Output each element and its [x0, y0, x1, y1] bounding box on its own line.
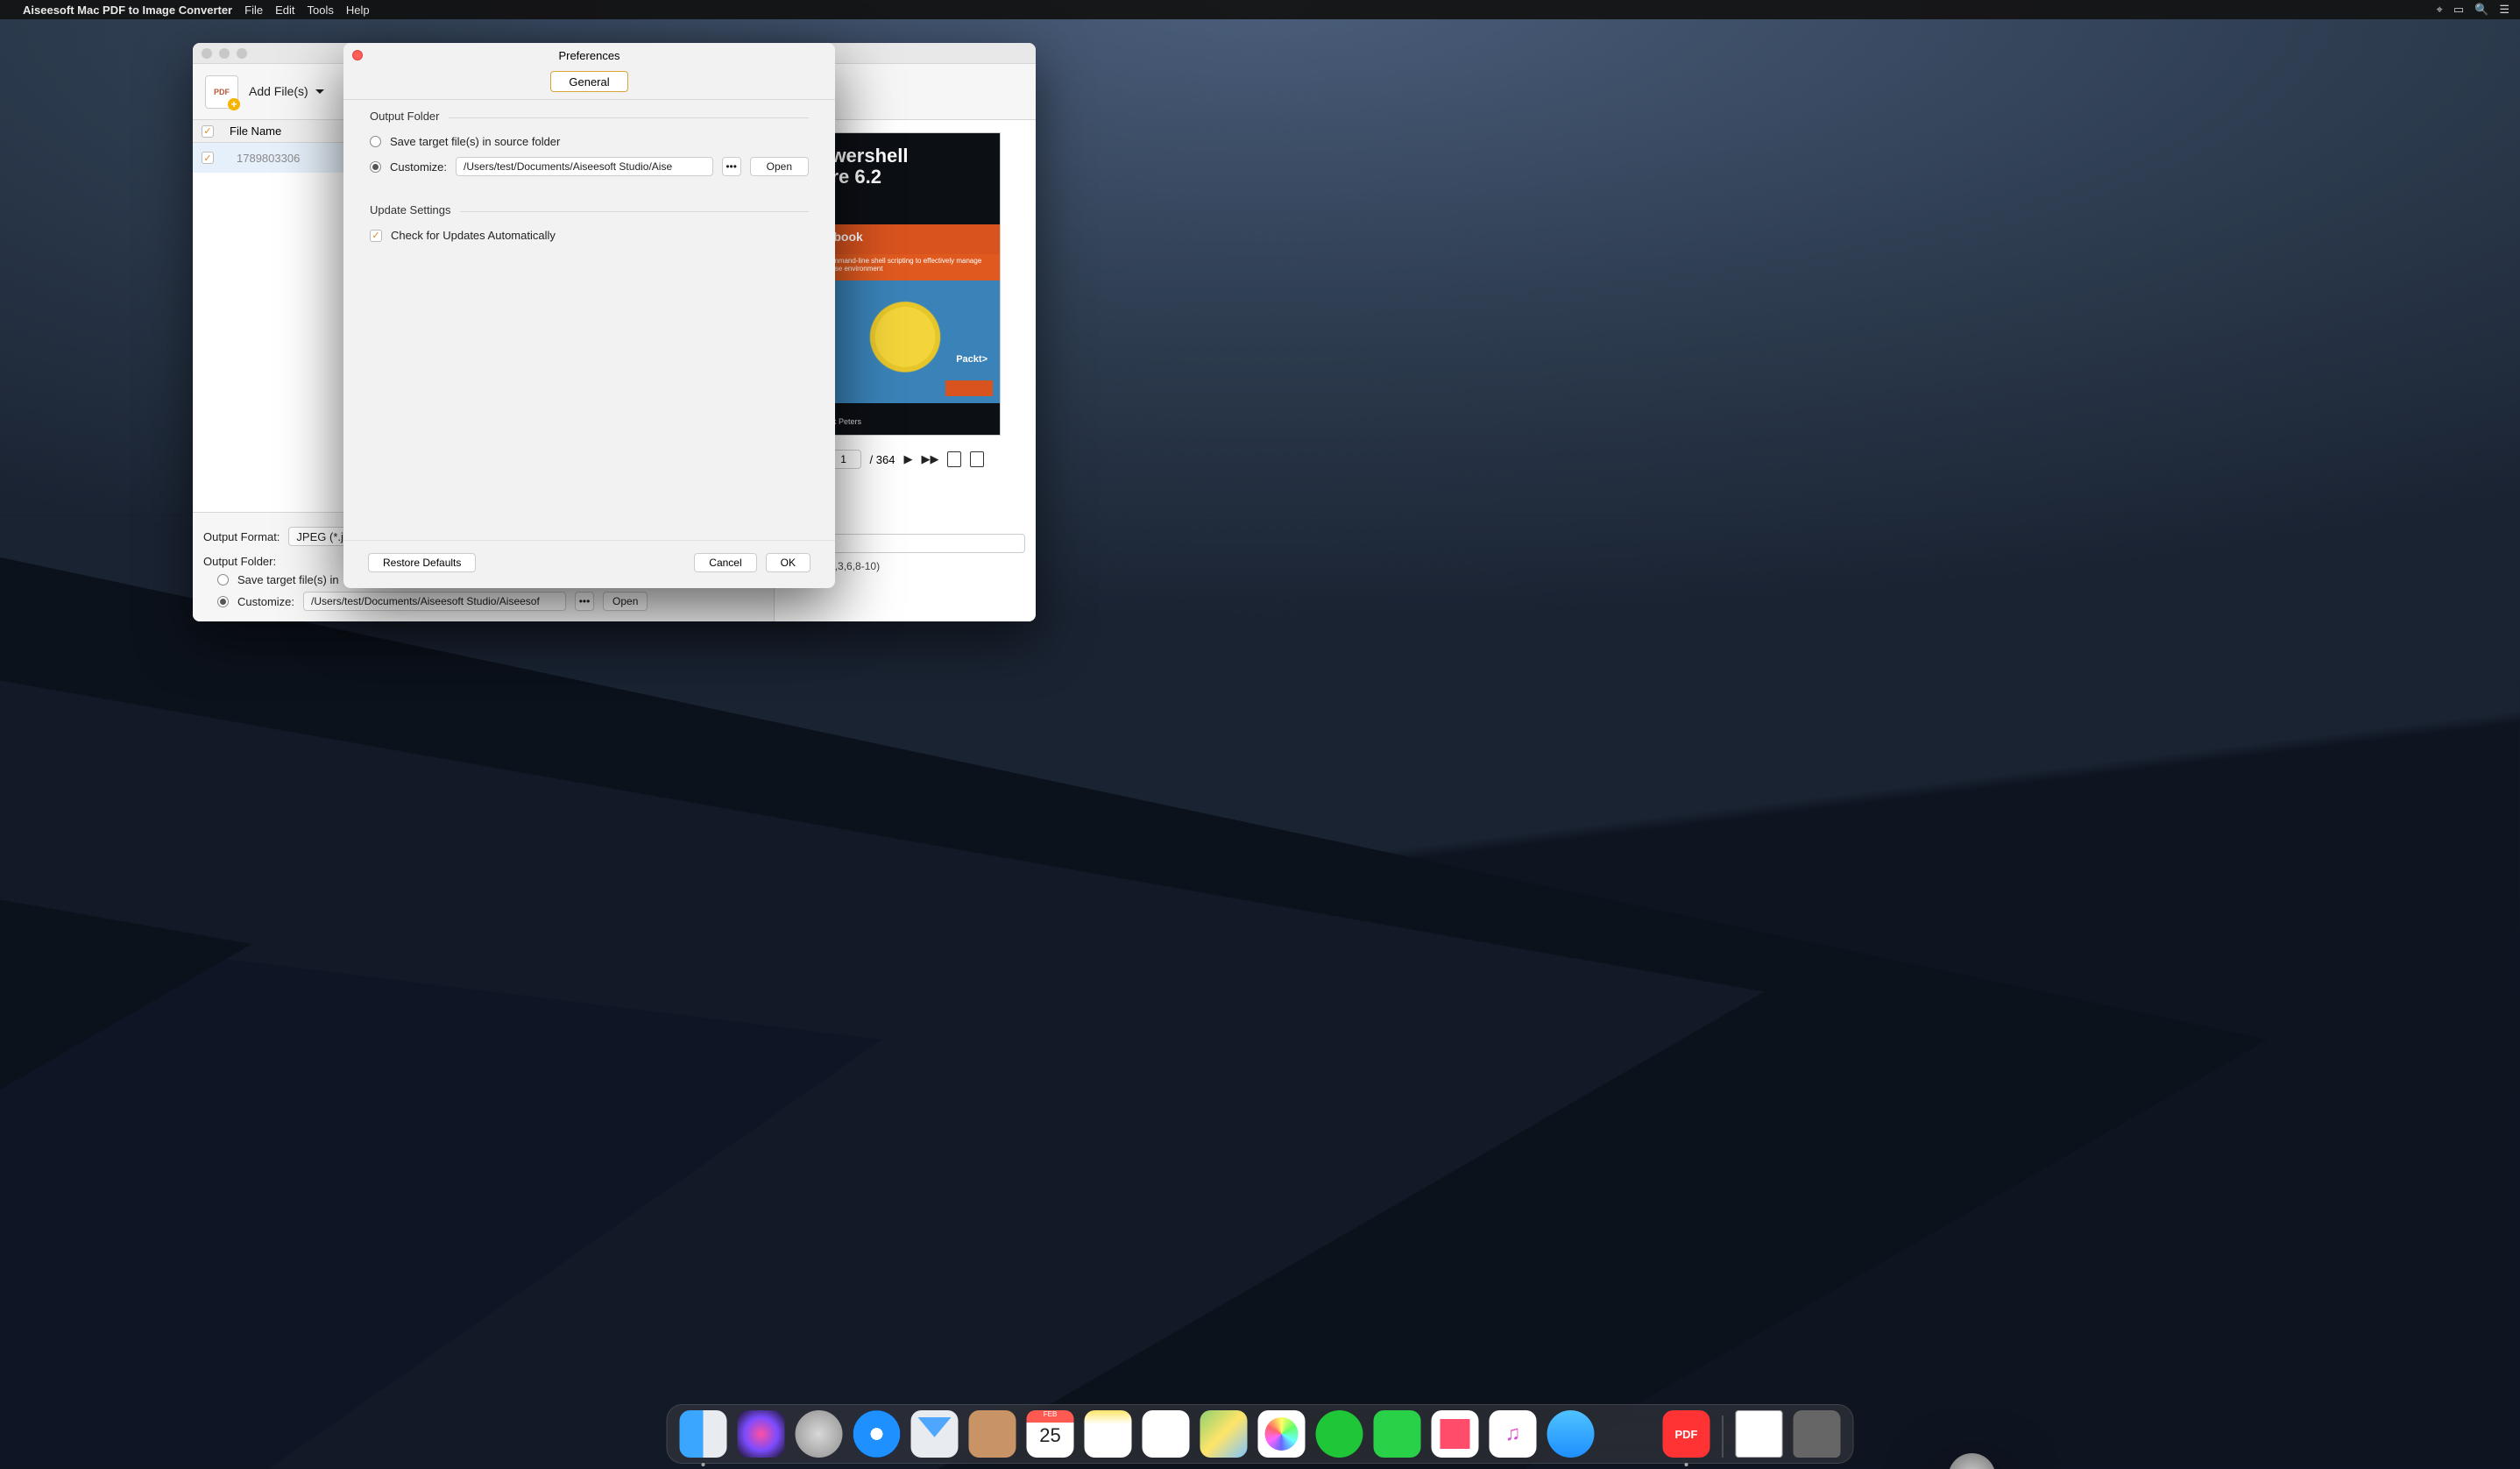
publisher-logo: Packt>	[956, 354, 987, 365]
output-format-dropdown[interactable]: JPEG (*.j	[288, 527, 350, 546]
check-updates-label: Check for Updates Automatically	[391, 229, 556, 242]
dock-finder[interactable]	[680, 1410, 727, 1458]
preferences-window: Preferences General Output Folder Save t…	[343, 43, 835, 588]
status-cursor-icon[interactable]: ⌖	[2437, 3, 2443, 17]
prefs-radio-source[interactable]	[370, 136, 381, 147]
column-file-name[interactable]: File Name	[230, 124, 281, 138]
dock-safari[interactable]	[853, 1410, 901, 1458]
status-airplay-icon[interactable]: ▭	[2453, 3, 2464, 17]
output-format-label: Output Format:	[203, 530, 280, 543]
dock-music[interactable]	[1490, 1410, 1537, 1458]
dock	[667, 1404, 1854, 1464]
dock-photos[interactable]	[1258, 1410, 1306, 1458]
cancel-button[interactable]: Cancel	[694, 553, 756, 572]
prefs-radio-customize[interactable]	[370, 161, 381, 173]
output-folder-label: Output Folder:	[203, 555, 276, 568]
dock-facetime[interactable]	[1374, 1410, 1421, 1458]
dock-trash[interactable]	[1794, 1410, 1841, 1458]
prefs-browse-button[interactable]: •••	[722, 157, 741, 176]
dock-appstore[interactable]	[1547, 1410, 1595, 1458]
dock-maps[interactable]	[1200, 1410, 1248, 1458]
dock-calendar[interactable]	[1027, 1410, 1074, 1458]
menu-tools[interactable]: Tools	[307, 4, 333, 17]
dock-separator	[1723, 1416, 1724, 1458]
traffic-close[interactable]	[202, 48, 212, 59]
add-files-button[interactable]: Add File(s)	[249, 84, 324, 100]
book-title-1: owershell	[819, 145, 991, 167]
dock-reminders[interactable]	[1143, 1410, 1190, 1458]
system-menubar: Aiseesoft Mac PDF to Image Converter Fil…	[0, 0, 2520, 19]
main-customize-path-input[interactable]: /Users/test/Documents/Aiseesoft Studio/A…	[303, 592, 566, 611]
file-row-checkbox[interactable]	[202, 152, 214, 164]
traffic-zoom[interactable]	[237, 48, 247, 59]
status-search-icon[interactable]: 🔍	[2474, 3, 2488, 17]
menu-help[interactable]: Help	[346, 4, 370, 17]
select-all-checkbox[interactable]	[202, 125, 214, 138]
prefs-open-button[interactable]: Open	[750, 157, 809, 176]
app-name[interactable]: Aiseesoft Mac PDF to Image Converter	[23, 4, 232, 17]
file-row-name: 1789803306	[237, 152, 300, 165]
last-page-icon[interactable]: ▶▶	[921, 452, 938, 466]
page-view-icon[interactable]	[947, 451, 961, 467]
main-browse-button[interactable]: •••	[575, 592, 594, 611]
prefs-title: Preferences	[343, 49, 835, 62]
prefs-radio-customize-label: Customize:	[390, 160, 447, 174]
desktop-wallpaper	[0, 515, 2520, 1469]
tab-general[interactable]: General	[550, 71, 627, 92]
update-settings-legend: Update Settings	[370, 203, 460, 216]
main-radio-customize-label: Customize:	[237, 595, 294, 608]
status-list-icon[interactable]: ☰	[2499, 3, 2509, 17]
page-view-alt-icon[interactable]	[970, 451, 984, 467]
main-open-folder-button[interactable]: Open	[603, 592, 648, 611]
menu-edit[interactable]: Edit	[275, 4, 294, 17]
dock-notes[interactable]	[1085, 1410, 1132, 1458]
check-updates-checkbox[interactable]	[370, 230, 382, 242]
ok-button[interactable]: OK	[766, 553, 811, 572]
restore-defaults-button[interactable]: Restore Defaults	[368, 553, 476, 572]
dock-pdf-converter[interactable]	[1663, 1410, 1710, 1458]
prefs-titlebar: Preferences	[343, 43, 835, 67]
dock-siri[interactable]	[738, 1410, 785, 1458]
output-folder-legend: Output Folder	[370, 110, 449, 123]
dock-recent-doc[interactable]	[1736, 1410, 1783, 1458]
traffic-minimize[interactable]	[219, 48, 230, 59]
next-page-icon[interactable]: ▶	[903, 452, 912, 466]
dock-launchpad[interactable]	[796, 1410, 843, 1458]
book-title-2: ore 6.2	[819, 167, 991, 188]
chevron-down-icon	[315, 89, 324, 98]
total-pages-label: / 364	[870, 453, 895, 466]
pdf-add-icon[interactable]: PDF	[205, 75, 238, 109]
book-description: e command-line shell scripting to effect…	[811, 254, 1000, 280]
dock-messages[interactable]	[1316, 1410, 1363, 1458]
prefs-radio-source-label: Save target file(s) in source folder	[390, 135, 560, 148]
main-radio-customize[interactable]	[217, 596, 229, 607]
dock-mail[interactable]	[911, 1410, 959, 1458]
book-subtitle: okbook	[811, 224, 1000, 254]
preview-image: owershell ore 6.2 okbook e command-line …	[810, 132, 1001, 436]
prefs-path-input[interactable]: /Users/test/Documents/Aiseesoft Studio/A…	[456, 157, 713, 176]
main-radio-source-label: Save target file(s) in	[237, 573, 339, 586]
menu-file[interactable]: File	[244, 4, 263, 17]
book-author: edrik Peters	[811, 410, 1000, 435]
dock-contacts[interactable]	[969, 1410, 1016, 1458]
book-cover-photo: Packt>	[811, 280, 1000, 403]
main-radio-source[interactable]	[217, 574, 229, 585]
dock-news[interactable]	[1432, 1410, 1479, 1458]
